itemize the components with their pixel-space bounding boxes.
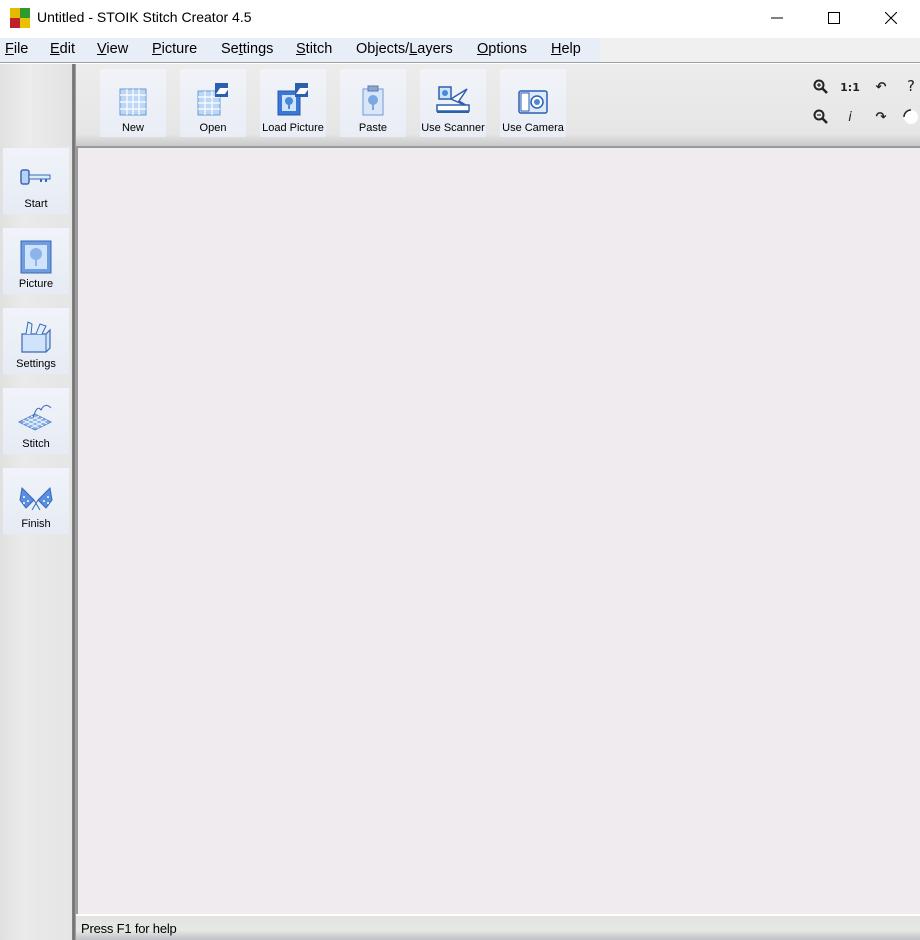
maximize-icon	[828, 12, 840, 24]
use-scanner-label: Use Scanner	[421, 122, 485, 134]
app-logo-icon	[10, 8, 30, 28]
use-camera-label: Use Camera	[502, 122, 564, 134]
workflow-sidebar: Start Picture Settings Stitch Finish	[0, 146, 72, 940]
picture-frame-icon	[20, 240, 52, 274]
paste-button[interactable]: Paste	[340, 69, 406, 137]
menu-bar: File Edit View Picture Settings Stitch O…	[0, 38, 920, 63]
open-label: Open	[199, 122, 227, 134]
paste-clipboard-icon	[362, 85, 384, 116]
load-picture-label: Load Picture	[262, 122, 324, 134]
help-button[interactable]: ?	[902, 77, 920, 95]
title-bar: Untitled - STOIK Stitch Creator 4.5	[0, 0, 920, 38]
key-icon	[20, 169, 51, 185]
sidebar-step-start[interactable]: Start	[3, 148, 69, 214]
menu-edit[interactable]: Edit	[50, 38, 75, 62]
new-label: New	[121, 122, 144, 134]
menu-help[interactable]: Help	[551, 38, 581, 62]
main-toolbar: New Open Load Picture Paste Use Scanner …	[0, 64, 920, 146]
sidebar-step-settings-label: Settings	[16, 358, 56, 370]
zoom-out-icon	[813, 109, 828, 124]
window-title: Untitled - STOIK Stitch Creator 4.5	[37, 9, 252, 25]
undo-icon: ↶	[875, 79, 887, 95]
new-grid-icon	[119, 88, 147, 116]
load-picture-icon	[277, 83, 309, 116]
menu-stitch[interactable]: Stitch	[296, 38, 332, 62]
help-icon: ?	[907, 77, 915, 95]
open-button[interactable]: Open	[180, 69, 246, 137]
status-text: Press F1 for help	[81, 921, 177, 936]
paste-label: Paste	[358, 122, 388, 134]
undo-button[interactable]: ↶	[872, 78, 890, 96]
zoom-in-button[interactable]	[812, 78, 830, 96]
sidebar-step-settings[interactable]: Settings	[3, 308, 69, 374]
camera-icon	[518, 90, 548, 114]
status-bar: Press F1 for help	[76, 916, 920, 940]
use-scanner-button[interactable]: Use Scanner	[420, 69, 486, 137]
zoom-in-icon	[813, 79, 828, 94]
work-canvas[interactable]	[76, 146, 920, 916]
actual-size-button[interactable]: 1:1	[840, 78, 860, 96]
sidebar-step-start-label: Start	[24, 198, 48, 210]
sidebar-step-finish-label: Finish	[21, 518, 51, 530]
maximize-button[interactable]	[805, 0, 863, 36]
use-camera-button[interactable]: Use Camera	[500, 69, 566, 137]
color-circle-icon	[903, 109, 918, 124]
info-icon: i	[848, 109, 852, 125]
stitch-grid-icon	[17, 404, 53, 431]
sidebar-step-finish[interactable]: Finish	[3, 468, 69, 534]
sidebar-step-picture-label: Picture	[18, 278, 54, 290]
view-tools: 1:1 ↶ ? i ↷	[800, 74, 920, 134]
checkered-flags-icon	[19, 486, 53, 511]
sidebar-step-picture[interactable]: Picture	[3, 228, 69, 294]
minimize-icon	[771, 17, 783, 19]
menu-options[interactable]: Options	[477, 38, 527, 62]
new-button[interactable]: New	[100, 69, 166, 137]
menu-view[interactable]: View	[97, 38, 128, 62]
zoom-out-button[interactable]	[812, 108, 830, 126]
sidebar-step-stitch[interactable]: Stitch	[3, 388, 69, 454]
open-folder-icon	[197, 83, 229, 116]
menu-objects-layers[interactable]: Objects/Layers	[356, 38, 453, 62]
toolbox-icon	[21, 321, 51, 353]
menu-picture[interactable]: Picture	[152, 38, 197, 62]
minimize-button[interactable]	[748, 0, 806, 36]
redo-icon: ↷	[875, 109, 887, 125]
scanner-icon	[436, 86, 470, 113]
close-icon	[885, 12, 897, 24]
actual-size-icon: 1:1	[840, 80, 860, 94]
info-button[interactable]: i	[841, 108, 859, 126]
color-button[interactable]	[902, 108, 920, 126]
load-picture-button[interactable]: Load Picture	[260, 69, 326, 137]
menu-settings[interactable]: Settings	[221, 38, 273, 62]
redo-button[interactable]: ↷	[872, 108, 890, 126]
menu-file[interactable]: File	[5, 38, 28, 62]
sidebar-step-stitch-label: Stitch	[22, 438, 50, 450]
close-button[interactable]	[862, 0, 920, 36]
